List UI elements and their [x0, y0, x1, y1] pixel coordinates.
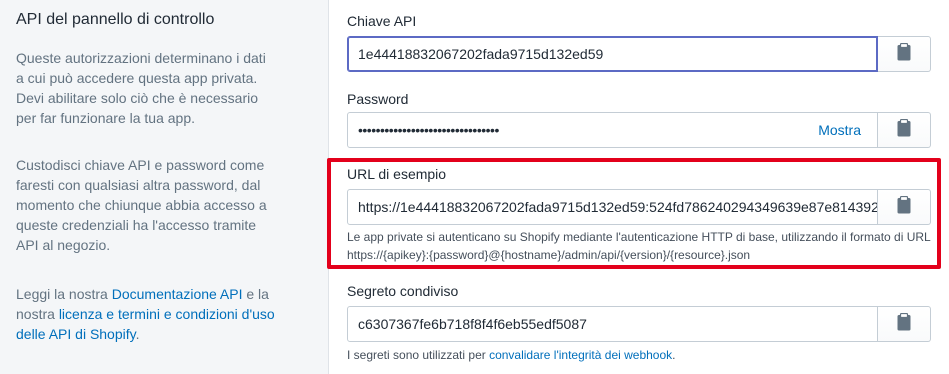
shared-secret-label: Segreto condiviso [347, 283, 459, 299]
shared-secret-value: c6307367fe6b718f8f4f6eb55edf5087 [358, 316, 587, 332]
credentials-warning: Custodisci chiave API e password come fa… [16, 157, 267, 253]
shared-secret-help-before: I segreti sono utilizzati per [347, 348, 490, 362]
copy-api-key-button[interactable] [878, 36, 931, 72]
clipboard-icon [897, 312, 911, 336]
copy-shared-secret-button[interactable] [878, 306, 931, 342]
section-title: API del pannello di controllo [16, 11, 215, 28]
shared-secret-field[interactable]: c6307367fe6b718f8f4f6eb55edf5087 [347, 306, 878, 342]
clipboard-icon [897, 42, 911, 66]
show-password-link[interactable]: Mostra [818, 113, 861, 147]
docs-text-after: . [135, 326, 140, 342]
left-panel: API del pannello di controllo Queste aut… [0, 0, 328, 374]
shared-secret-help-after: . [672, 348, 676, 362]
highlight-box [327, 158, 941, 269]
webhook-validation-link[interactable]: convalidare l'integrità dei webhook [489, 348, 672, 362]
password-field[interactable]: •••••••••••••••••••••••••••••••• Mostra [347, 112, 878, 148]
password-label: Password [347, 91, 409, 107]
clipboard-icon [897, 118, 911, 142]
docs-paragraph: Leggi la nostra Documentazione API e la … [16, 284, 276, 344]
api-key-label: Chiave API [347, 13, 417, 29]
api-key-value: 1e44418832067202fada9715d132ed59 [358, 46, 604, 62]
password-value: •••••••••••••••••••••••••••••••• [358, 122, 499, 138]
shared-secret-help: I segreti sono utilizzati per convalidar… [347, 346, 676, 364]
docs-text-before: Leggi la nostra [16, 286, 112, 302]
permissions-description: Queste autorizzazioni determinano i dati… [16, 50, 266, 126]
copy-password-button[interactable] [878, 112, 931, 148]
api-documentation-link[interactable]: Documentazione API [112, 286, 243, 302]
api-key-field[interactable]: 1e44418832067202fada9715d132ed59 [347, 36, 878, 72]
